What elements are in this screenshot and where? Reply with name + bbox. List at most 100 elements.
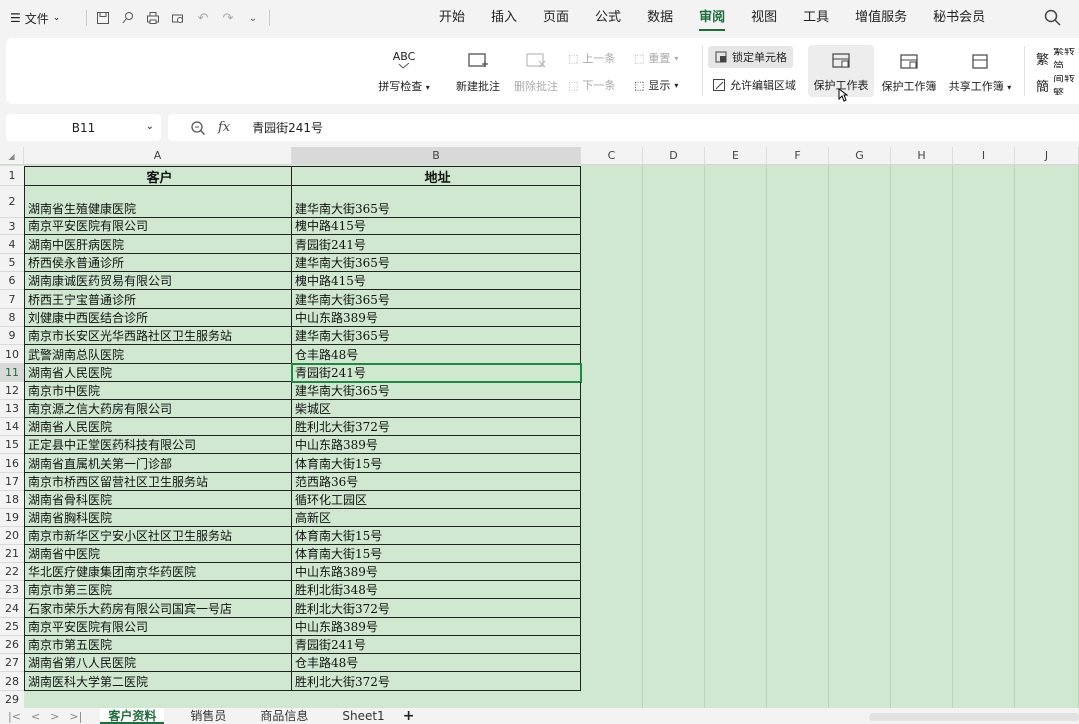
- cell-address[interactable]: 建华南大街365号: [292, 382, 581, 400]
- fx-icon[interactable]: fx: [218, 120, 230, 135]
- simplified-to-traditional-button[interactable]: 簡简转繁: [1036, 75, 1079, 95]
- cell-customer[interactable]: 桥西侯永普通诊所: [24, 254, 292, 272]
- cell-address[interactable]: 中山东路389号: [292, 436, 581, 454]
- row-header[interactable]: 8: [0, 309, 24, 327]
- cell-customer[interactable]: 南京市长安区光华西路社区卫生服务站: [24, 327, 292, 345]
- cell-address[interactable]: 体育南大街15号: [292, 527, 581, 545]
- cell-address[interactable]: 范西路36号: [292, 473, 581, 491]
- show-comments-button[interactable]: ⬚ 显示 ▾: [634, 75, 678, 95]
- row-header[interactable]: 24: [0, 599, 24, 618]
- column-header-b[interactable]: B: [292, 147, 581, 165]
- tab-8[interactable]: 增值服务: [842, 0, 920, 36]
- row-header[interactable]: 4: [0, 235, 24, 254]
- undo-icon[interactable]: ↶: [194, 9, 212, 27]
- lock-cell-button[interactable]: 锁定单元格: [708, 46, 793, 68]
- cell-address[interactable]: 胜利北街348号: [292, 581, 581, 599]
- column-header-j[interactable]: J: [1015, 147, 1079, 165]
- row-header[interactable]: 18: [0, 491, 24, 509]
- formula-input[interactable]: fx 青园街241号: [168, 114, 1079, 141]
- row-header[interactable]: 12: [0, 382, 24, 400]
- spell-check-button[interactable]: ABC 拼写检查 ▾: [372, 46, 436, 94]
- cell-customer[interactable]: 南京平安医院有限公司: [24, 218, 292, 235]
- tab-6[interactable]: 视图: [738, 0, 790, 36]
- column-header-h[interactable]: H: [891, 147, 953, 165]
- column-header-e[interactable]: E: [705, 147, 767, 165]
- cell-address[interactable]: 青园街241号: [292, 636, 581, 654]
- column-header-g[interactable]: G: [829, 147, 891, 165]
- prev-sheet-icon[interactable]: <: [31, 710, 40, 723]
- tab-4[interactable]: 数据: [634, 0, 686, 36]
- cell-address[interactable]: 建华南大街365号: [292, 186, 581, 218]
- cell-customer[interactable]: 湖南省人民医院: [24, 418, 292, 436]
- tab-3[interactable]: 公式: [582, 0, 634, 36]
- tab-1[interactable]: 插入: [478, 0, 530, 36]
- cell-customer[interactable]: 桥西王宁宝普通诊所: [24, 290, 292, 309]
- row-header[interactable]: 19: [0, 509, 24, 527]
- cell-customer[interactable]: 南京市桥西区留营社区卫生服务站: [24, 473, 292, 491]
- row-header[interactable]: 22: [0, 563, 24, 581]
- cell-address[interactable]: 柴城区: [292, 400, 581, 418]
- cell-address[interactable]: 建华南大街365号: [292, 327, 581, 345]
- cell-address[interactable]: 胜利北大街372号: [292, 418, 581, 436]
- sheet-tab-2[interactable]: 商品信息: [252, 708, 316, 724]
- row-header[interactable]: 16: [0, 454, 24, 473]
- cell-address[interactable]: 胜利北大街372号: [292, 672, 581, 691]
- cell-customer[interactable]: 南京市第五医院: [24, 636, 292, 654]
- sheet-tab-0[interactable]: 客户资料: [100, 708, 165, 724]
- last-sheet-icon[interactable]: >|: [69, 710, 82, 723]
- header-cell-address[interactable]: 地址: [292, 166, 581, 186]
- row-header[interactable]: 23: [0, 581, 24, 599]
- cell-address[interactable]: 中山东路389号: [292, 618, 581, 636]
- row-header[interactable]: 5: [0, 254, 24, 272]
- cell-customer[interactable]: 南京市中医院: [24, 382, 292, 400]
- column-header-f[interactable]: F: [767, 147, 829, 165]
- cell-customer[interactable]: 南京市第三医院: [24, 581, 292, 599]
- cell-customer[interactable]: 湖南省人民医院: [24, 364, 292, 382]
- horizontal-scrollbar[interactable]: [869, 713, 1079, 721]
- row-header[interactable]: 3: [0, 218, 24, 235]
- cell-customer[interactable]: 南京源之信大药房有限公司: [24, 400, 292, 418]
- next-sheet-icon[interactable]: >: [50, 710, 59, 723]
- search-icon[interactable]: [1043, 8, 1063, 28]
- cell-customer[interactable]: 正定县中正堂医药科技有限公司: [24, 436, 292, 454]
- name-box[interactable]: B11 ⌄: [6, 114, 161, 141]
- sheet-tab-1[interactable]: 销售员: [182, 708, 234, 724]
- redo-icon[interactable]: ↷: [219, 9, 237, 27]
- next-comment-button[interactable]: ⬚ 下一条: [568, 75, 615, 95]
- reset-comments-button[interactable]: ⬚ 重置 ▾: [634, 48, 678, 68]
- row-header[interactable]: 25: [0, 618, 24, 636]
- row-header[interactable]: 27: [0, 654, 24, 672]
- cell-customer[interactable]: 湖南省骨科医院: [24, 491, 292, 509]
- cell-address[interactable]: 青园街241号: [292, 364, 581, 382]
- tab-0[interactable]: 开始: [426, 0, 478, 36]
- row-header[interactable]: 29: [0, 691, 24, 708]
- cell-customer[interactable]: 湖南省胸科医院: [24, 509, 292, 527]
- row-header[interactable]: 21: [0, 545, 24, 563]
- row-header[interactable]: 13: [0, 400, 24, 418]
- column-header-i[interactable]: I: [953, 147, 1015, 165]
- row-header[interactable]: 28: [0, 672, 24, 691]
- tab-2[interactable]: 页面: [530, 0, 582, 36]
- select-all-corner[interactable]: ◢: [0, 147, 24, 165]
- cell-customer[interactable]: 石家市荣乐大药房有限公司国宾一号店: [24, 599, 292, 618]
- header-cell-customer[interactable]: 客户: [24, 166, 292, 186]
- format-painter-icon[interactable]: [119, 9, 137, 27]
- protect-workbook-button[interactable]: 保护工作簿: [876, 46, 942, 94]
- cell-address[interactable]: 胜利北大街372号: [292, 599, 581, 618]
- row-header[interactable]: 20: [0, 527, 24, 545]
- traditional-to-simplified-button[interactable]: 繁繁转简: [1036, 48, 1079, 68]
- spreadsheet-grid[interactable]: ◢ ABCDEFGHIJ 1 客户 地址 2 湖南省生殖健康医院 建华南大街365号 3 南京…: [0, 147, 1079, 708]
- cell-address[interactable]: 中山东路389号: [292, 563, 581, 581]
- cell-customer[interactable]: 湖南康诚医药贸易有限公司: [24, 272, 292, 290]
- previous-comment-button[interactable]: ⬚ 上一条: [568, 48, 615, 68]
- delete-comment-button[interactable]: 删除批注: [506, 46, 566, 94]
- tab-5[interactable]: 审阅: [686, 0, 738, 36]
- new-comment-button[interactable]: 新建批注: [448, 46, 508, 94]
- cell-customer[interactable]: 湖南医科大学第二医院: [24, 672, 292, 691]
- row-header[interactable]: 26: [0, 636, 24, 654]
- print-icon[interactable]: [144, 9, 162, 27]
- zoom-icon[interactable]: [190, 120, 206, 136]
- cell-address[interactable]: 仓丰路48号: [292, 654, 581, 672]
- cell-customer[interactable]: 武警湖南总队医院: [24, 345, 292, 364]
- sheet-tab-3[interactable]: Sheet1: [334, 708, 392, 724]
